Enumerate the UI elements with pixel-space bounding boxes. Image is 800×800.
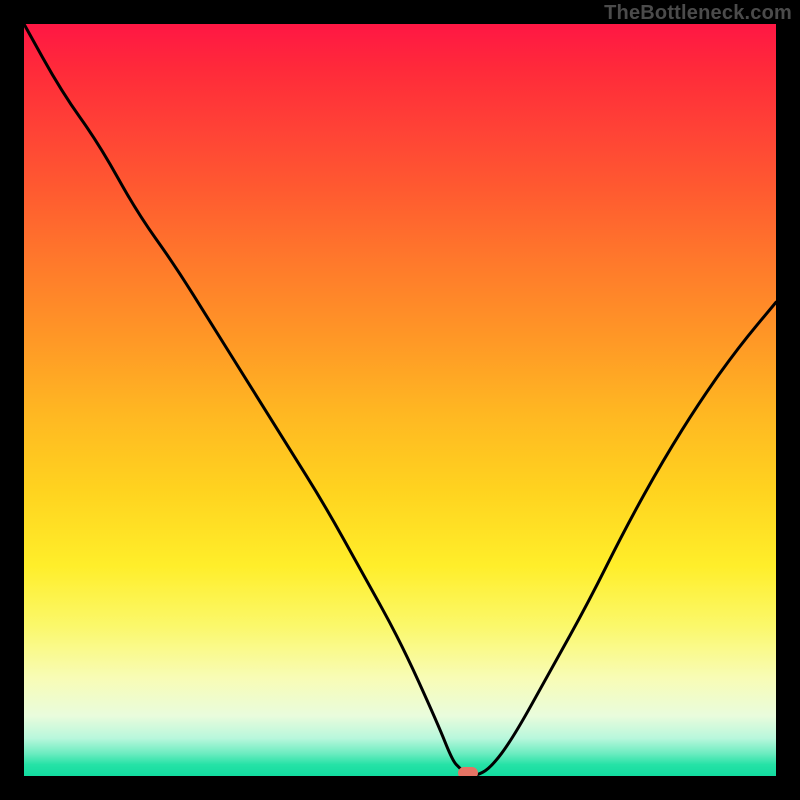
watermark-text: TheBottleneck.com: [604, 2, 792, 25]
plot-area: [24, 24, 776, 776]
chart-frame: TheBottleneck.com: [0, 0, 800, 800]
min-marker-icon: [458, 767, 478, 776]
bottleneck-curve: [24, 24, 776, 776]
